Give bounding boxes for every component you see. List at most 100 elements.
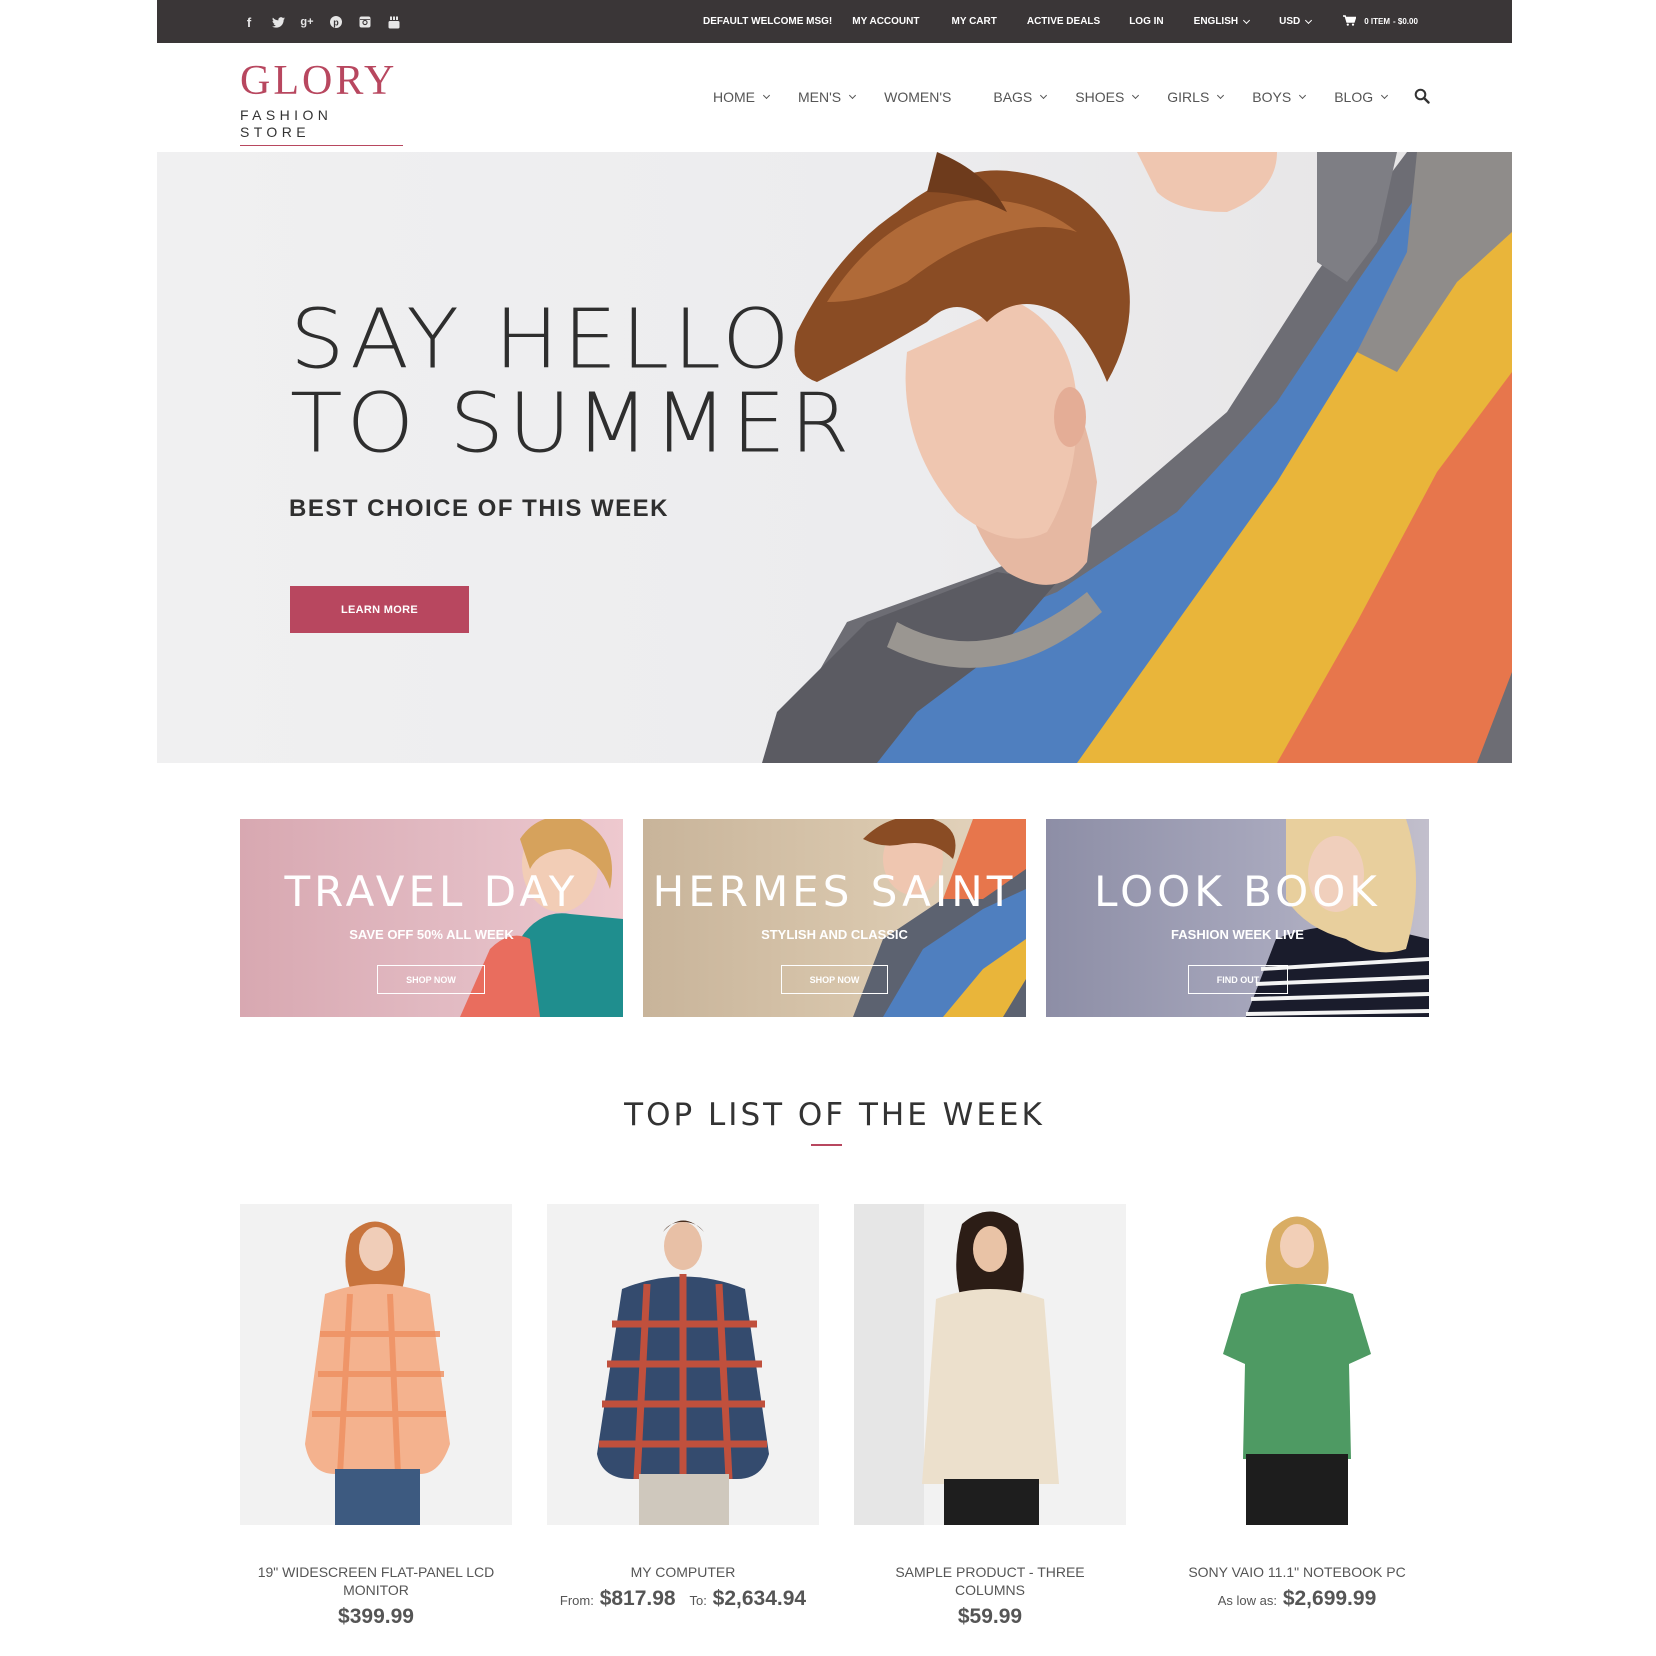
find-out-button[interactable]: FIND OUT xyxy=(1188,965,1288,994)
active-deals-link[interactable]: ACTIVE DEALS xyxy=(1027,16,1100,27)
my-account-link[interactable]: MY ACCOUNT xyxy=(852,16,919,27)
chevron-down-icon xyxy=(762,91,771,100)
hero-subtitle: BEST CHOICE OF THIS WEEK xyxy=(289,495,670,522)
section-divider xyxy=(811,1144,842,1146)
product-name[interactable]: SONY VAIO 11.1" NOTEBOOK PC xyxy=(1161,1563,1433,1581)
banner-subtitle: FASHION WEEK LIVE xyxy=(1171,927,1304,942)
price-low-label: As low as: xyxy=(1217,1593,1277,1608)
chevron-down-icon xyxy=(1217,91,1225,100)
hero-slider: SAY HELLO TO SUMMER BEST CHOICE OF THIS … xyxy=(157,152,1512,763)
product-name[interactable]: SAMPLE PRODUCT - THREE COLUMNS xyxy=(854,1563,1126,1599)
chevron-down-icon xyxy=(1305,16,1313,24)
nav-label: BAGS xyxy=(993,89,1033,105)
price-to: $2,634.94 xyxy=(712,1587,807,1610)
product-photo xyxy=(240,1204,512,1525)
product-card[interactable]: SAMPLE PRODUCT - THREE COLUMNS $59.99 xyxy=(854,1204,1126,1629)
cart-item-count: 0 ITEM xyxy=(1364,17,1391,26)
learn-more-button[interactable]: LEARN MORE xyxy=(290,586,469,633)
hero-title-line-2: TO SUMMER xyxy=(290,376,854,472)
nav-label: SHOES xyxy=(1075,89,1125,105)
mini-cart[interactable]: 0 ITEM - $0.00 xyxy=(1343,14,1418,29)
logo-name: GLORY xyxy=(240,58,398,104)
currency-selector[interactable]: USD xyxy=(1279,16,1313,27)
product-image[interactable] xyxy=(240,1204,512,1525)
product-price: $399.99 xyxy=(338,1605,414,1628)
log-in-link[interactable]: LOG IN xyxy=(1129,16,1163,27)
product-price: $59.99 xyxy=(957,1605,1023,1628)
price-from-label: From: xyxy=(559,1593,594,1608)
nav-label: HOME xyxy=(713,89,755,105)
product-name[interactable]: MY COMPUTER xyxy=(547,1563,819,1581)
hero-model-image xyxy=(762,152,1512,763)
product-price-range: From: $817.98 To: $2,634.94 xyxy=(547,1587,819,1611)
currency-label: USD xyxy=(1279,16,1301,27)
facebook-icon[interactable]: f xyxy=(240,13,258,31)
my-cart-link[interactable]: MY CART xyxy=(951,16,996,27)
pinterest-icon[interactable]: p xyxy=(327,13,345,31)
main-nav: HOME MEN'S WOMEN'S BAGS SHOES GIRLS BOYS… xyxy=(713,82,1389,112)
chevron-down-icon xyxy=(1132,91,1140,100)
shop-now-button[interactable]: SHOP NOW xyxy=(377,965,485,994)
promo-banner-look-book[interactable]: LOOK BOOK FASHION WEEK LIVE FIND OUT xyxy=(1046,819,1429,1017)
nav-item-shoes[interactable]: SHOES xyxy=(1075,89,1140,105)
product-photo xyxy=(854,1204,1126,1525)
youtube-icon[interactable] xyxy=(385,13,403,31)
hero-title-line-1: SAY HELLO xyxy=(290,292,794,388)
banner-title: LOOK BOOK xyxy=(1094,867,1381,916)
shop-now-button[interactable]: SHOP NOW xyxy=(781,965,888,994)
banner-subtitle: SAVE OFF 50% ALL WEEK xyxy=(349,927,514,942)
cart-total: - $0.00 xyxy=(1393,17,1418,26)
promo-banner-travel-day[interactable]: TRAVEL DAY SAVE OFF 50% ALL WEEK SHOP NO… xyxy=(240,819,623,1017)
price-low: $2,699.99 xyxy=(1282,1587,1377,1610)
nav-label: MEN'S xyxy=(798,89,842,105)
product-image[interactable] xyxy=(547,1204,819,1525)
nav-item-boys[interactable]: BOYS xyxy=(1252,89,1307,105)
social-links: f g+ p xyxy=(240,13,403,31)
language-label: ENGLISH xyxy=(1193,16,1239,27)
chevron-down-icon xyxy=(849,91,857,100)
nav-item-womens[interactable]: WOMEN'S xyxy=(884,89,951,105)
nav-item-girls[interactable]: GIRLS xyxy=(1167,89,1225,105)
hero-title: SAY HELLO TO SUMMER xyxy=(290,298,854,465)
nav-item-blog[interactable]: BLOG xyxy=(1334,89,1389,105)
product-image[interactable] xyxy=(1161,1204,1433,1525)
cart-icon xyxy=(1343,14,1357,29)
product-image[interactable] xyxy=(854,1204,1126,1525)
top-nav: DEFAULT WELCOME MSG! MY ACCOUNT MY CART … xyxy=(703,0,1418,43)
price-to-label: To: xyxy=(689,1593,707,1608)
instagram-icon[interactable] xyxy=(356,13,374,31)
top-bar: f g+ p DEFAULT WELCOME MSG! MY ACCOUNT M… xyxy=(157,0,1512,43)
chevron-down-icon xyxy=(1381,91,1389,100)
product-photo xyxy=(547,1204,819,1525)
banner-title: TRAVEL DAY xyxy=(284,867,579,916)
nav-item-mens[interactable]: MEN'S xyxy=(798,89,857,105)
chevron-down-icon xyxy=(1299,91,1307,100)
promo-banner-hermes-saint[interactable]: HERMES SAINT STYLISH AND CLASSIC SHOP NO… xyxy=(643,819,1026,1017)
nav-label: GIRLS xyxy=(1167,89,1210,105)
search-icon[interactable] xyxy=(1414,88,1430,104)
product-photo xyxy=(1161,1204,1433,1525)
store-logo[interactable]: GLORY FASHION STORE xyxy=(240,57,405,146)
twitter-icon[interactable] xyxy=(269,13,287,31)
logo-tagline: FASHION STORE xyxy=(240,107,333,140)
chevron-down-icon xyxy=(1040,91,1048,100)
google-plus-icon[interactable]: g+ xyxy=(298,13,316,31)
logo-underline xyxy=(240,145,403,146)
nav-label: BOYS xyxy=(1252,89,1292,105)
banner-title: HERMES SAINT xyxy=(652,867,1017,916)
product-name[interactable]: 19" WIDESCREEN FLAT-PANEL LCD MONITOR xyxy=(240,1563,512,1599)
page-frame: f g+ p DEFAULT WELCOME MSG! MY ACCOUNT M… xyxy=(157,0,1512,1656)
nav-item-bags[interactable]: BAGS xyxy=(993,89,1048,105)
product-price-low: As low as: $2,699.99 xyxy=(1161,1587,1433,1611)
welcome-message: DEFAULT WELCOME MSG! xyxy=(703,16,833,27)
nav-label: WOMEN'S xyxy=(884,89,952,105)
nav-label: BLOG xyxy=(1334,89,1374,105)
language-selector[interactable]: ENGLISH xyxy=(1193,16,1251,27)
banner-subtitle: STYLISH AND CLASSIC xyxy=(761,927,908,942)
nav-item-home[interactable]: HOME xyxy=(713,89,771,105)
product-card[interactable]: MY COMPUTER From: $817.98 To: $2,634.94 xyxy=(547,1204,819,1611)
product-card[interactable]: SONY VAIO 11.1" NOTEBOOK PC As low as: $… xyxy=(1161,1204,1433,1611)
section-title: TOP LIST OF THE WEEK xyxy=(624,1097,1045,1133)
svg-text:p: p xyxy=(333,18,339,28)
product-card[interactable]: 19" WIDESCREEN FLAT-PANEL LCD MONITOR $3… xyxy=(240,1204,512,1629)
